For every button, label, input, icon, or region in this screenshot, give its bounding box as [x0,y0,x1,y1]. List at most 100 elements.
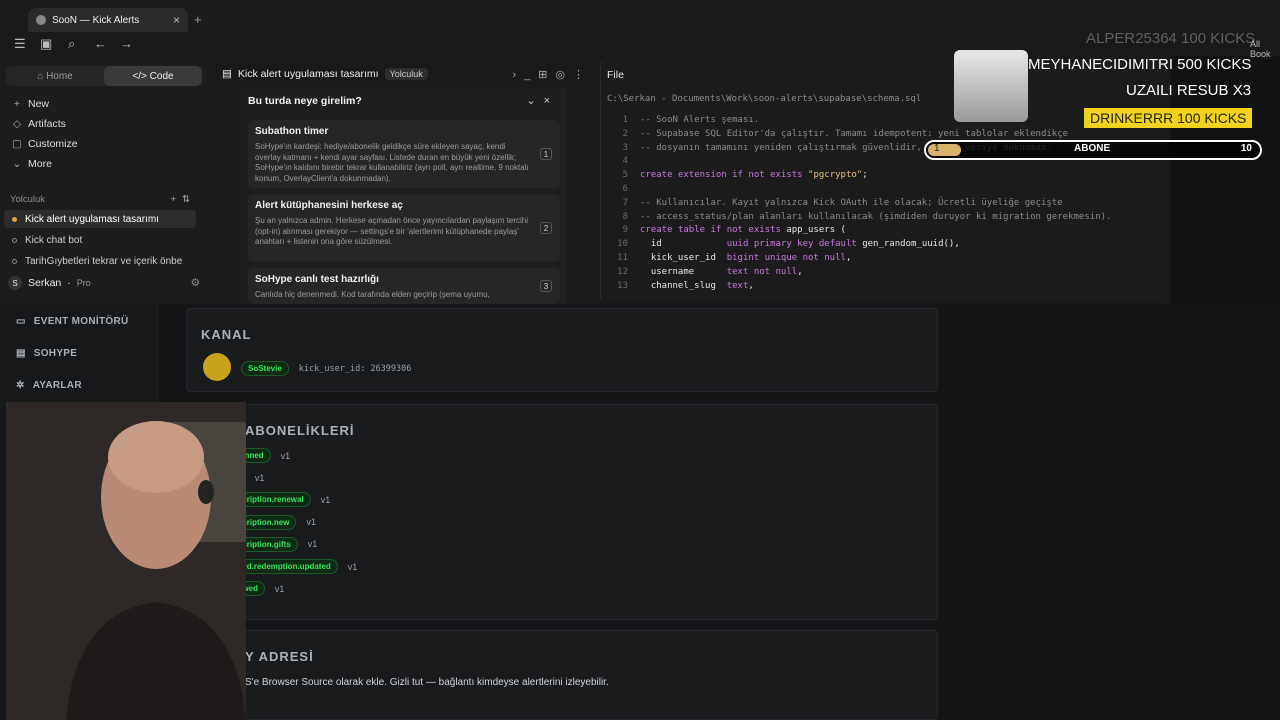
line-number: 8 [622,211,628,222]
line-number: 3 [622,142,628,153]
webcam-feed [6,402,246,720]
kanal-card: KANAL SoStevie kick_user_id: 26399306 [186,308,938,392]
option-description: Şu an yalnızca admin. Herkese açmadan ön… [255,216,529,246]
monitor-icon: ▭ [16,316,26,327]
back-icon[interactable]: ← [94,36,107,51]
abone-progress-bar: 1 ABONE 10 [924,140,1262,160]
option-card[interactable]: SoHype canlı test hazırlığı Canlıda hiç … [248,268,560,304]
plus-icon: + [13,98,21,110]
line-number: 6 [622,183,628,194]
nav-artifacts[interactable]: ◇ Artifacts [12,118,66,130]
option-title: Alert kütüphanesini herkese aç [255,200,403,211]
close-icon[interactable]: × [544,95,558,107]
nav-more[interactable]: ⌄ More [12,158,52,170]
overlay-line: UZAILI RESUB X3 [1126,82,1252,99]
code-line: 13 channel_slug text, [601,281,1161,295]
home-icon: ⌂ [37,70,47,82]
code-line: 7 -- Kullanıcılar. Kayıt yalnızca Kick OA… [601,198,1161,212]
app-sidebar: ⌂ Home </> Code + New ◇ Artifacts ▢ Customi… [0,56,208,304]
nav-customize[interactable]: ▢ Customize [12,138,78,150]
browser-tab[interactable]: SooN — Kick Alerts × [28,8,188,32]
user-menu[interactable]: S Serkan · Pro ⚙ [8,276,200,290]
code-text: id uuid primary key default gen_random_u… [640,239,960,250]
option-card[interactable]: Subathon timer SoHype'ın kardeşi: hediye… [248,120,560,188]
kick-user-id: kick_user_id: 26399306 [298,363,412,374]
code-text: -- SooN Alerts şeması. [640,115,760,125]
close-tab-icon[interactable]: × [173,13,180,27]
conversation-item[interactable]: Kick chat bot [4,231,196,249]
code-text: create table if not exists app_users ( [640,225,846,236]
status-dot-icon [12,258,17,264]
option-number: 1 [540,148,552,160]
person-image [6,402,246,720]
project-badge[interactable]: Yolculuk [384,68,428,80]
code-text: channel_slug text, [640,280,754,291]
overlay-url-card: Y ADRESİ S'e Browser Source olarak ekle.… [186,630,938,720]
artifacts-icon: ◇ [12,118,22,130]
sidebar-toggle-icon[interactable]: ▣ [40,36,52,52]
collapse-icon[interactable]: ⌄ [526,95,543,107]
settings-icon[interactable]: ⚙ [191,277,200,289]
nav-new[interactable]: + New [12,98,49,110]
code-text: kick_user_id bigint unique not null, [640,252,852,263]
option-number: 3 [540,280,552,292]
section-actions-icon[interactable]: +⇅ [170,194,196,205]
hype-icon: ▤ [16,348,26,359]
code-line: 12 username text not null, [601,267,1161,281]
nav-new-label: New [28,98,50,110]
question-panel: Bu turda neye girelim? ⌄× Subathon timer… [240,88,566,304]
event-version: v1 [254,472,265,483]
nav-event-monitor[interactable]: ▭ EVENT MONİTÖRÜ [16,316,129,327]
status-dot-icon [12,237,17,243]
overlay-url-heading: Y ADRESİ [245,649,314,664]
option-description: Canlıda hiç denenmedi. Kod tarafında eld… [255,290,490,299]
event-version: v1 [274,583,285,594]
home-tab-label: Home [46,70,73,82]
favicon-icon [36,15,46,25]
code-line: 5 create extension if not exists "pgcrypt… [601,170,1161,184]
subscriptions-heading: ABONELİKLERİ [245,423,355,438]
nav-settings[interactable]: ✲ AYARLAR [16,380,82,391]
overlay-url-note: S'e Browser Source olarak ekle. Gizli tu… [245,677,609,688]
option-card[interactable]: Alert kütüphanesini herkese aç Şu an yal… [248,194,560,262]
conversation-item[interactable]: Kick alert uygulaması tasarımı [4,210,196,228]
conversation-label: Kick chat bot [25,234,83,246]
avatar [203,353,231,381]
forward-icon[interactable]: → [120,36,133,51]
option-title: Subathon timer [255,126,329,137]
event-version: v1 [320,494,331,505]
menu-icon[interactable]: ☰ [14,36,26,52]
nav-sohype[interactable]: ▤ SOHYPE [16,348,77,359]
code-text: -- access_status/plan alanları kullanıla… [640,211,1112,222]
line-number: 4 [622,156,628,167]
new-tab-icon[interactable]: + [194,12,202,27]
conversation-header: ▤ Kick alert uygulaması tasarımı Yolculu… [222,66,592,82]
file-header: File [607,69,624,81]
line-number: 7 [622,197,628,208]
line-number: 1 [622,115,628,125]
nav-label: AYARLAR [32,380,82,391]
option-title: SoHype canlı test hazırlığı [255,274,379,285]
bar-label: ABONE [1074,143,1111,154]
conversation-item[interactable]: TarihGıybetleri tekrar ve içerik önbe [4,252,196,270]
overlay-line: MEYHANECIDIMITRI 500 KICKS [1028,56,1252,73]
chevron-down-icon: ⌄ [12,158,22,170]
channel-chip: SoStevie [241,361,289,376]
code-line: 10 id uuid primary key default gen_rando… [601,239,1161,253]
header-tools-icon[interactable]: ›_⊞◎⋮ [512,68,592,81]
home-tab[interactable]: ⌂ Home [6,66,104,86]
search-icon[interactable]: ⌕ [68,36,75,52]
file-path: C:\Serkan - Documents\Work\soon-alerts\s… [607,94,922,104]
code-tab[interactable]: </> Code [104,66,202,86]
question-title: Bu turda neye girelim? [248,95,362,107]
bar-start: 1 [934,143,940,154]
glass-icon [954,50,1028,122]
line-number: 10 [617,239,628,250]
line-number: 11 [617,252,628,263]
subscriptions-card: ABONELİKLERİ [186,404,938,620]
option-number: 2 [540,222,552,234]
line-number: 13 [617,280,628,291]
mode-switch: ⌂ Home </> Code [6,66,202,86]
code-tab-label: Code [149,70,174,82]
line-number: 2 [622,128,628,139]
